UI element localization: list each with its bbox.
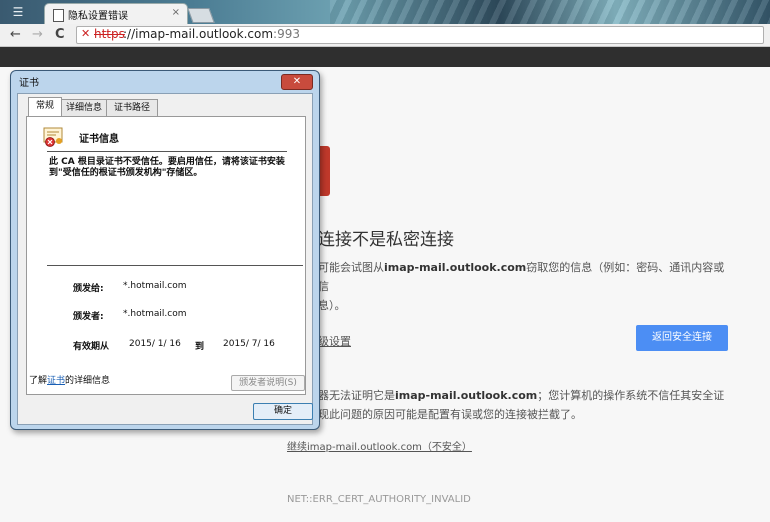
tabstrip-artwork — [330, 0, 770, 24]
divider — [47, 265, 303, 266]
certificate-error-icon — [43, 127, 63, 147]
tab-cert-path[interactable]: 证书路径 — [106, 99, 158, 116]
untrusted-warning: 此 CA 根目录证书不受信任。要启用信任，请将该证书安装到"受信任的根证书颁发机… — [49, 157, 285, 178]
tab-general[interactable]: 常规 — [28, 97, 62, 116]
forward-arrow-icon[interactable]: → — [32, 27, 43, 42]
browser-toolbar: ← → C ✕ https ://imap-mail.outlook.com:9… — [0, 24, 770, 47]
cert-info-title: 证书信息 — [79, 134, 119, 145]
issued-by-label: 颁发者: — [73, 312, 104, 322]
valid-to-value: 2015/ 7/ 16 — [223, 339, 275, 349]
reload-icon[interactable]: C — [55, 27, 65, 42]
tab-title: 隐私设置错误 — [68, 11, 128, 22]
back-to-safety-button[interactable]: 返回安全连接 — [636, 325, 728, 351]
certificate-dialog: 证书 ✕ 常规 详细信息 证书路径 证书信息 此 CA 根目录证书不受信任。要启… — [10, 70, 320, 430]
insecure-lock-icon[interactable]: ✕ — [81, 28, 92, 40]
bookmarks-bar — [0, 47, 770, 67]
advanced-settings-link[interactable]: 级设置 — [318, 333, 351, 349]
dialog-title: 证书 — [19, 78, 39, 89]
url-port: :993 — [273, 27, 300, 41]
browser-user-icon[interactable]: ☰ — [6, 3, 30, 21]
issuer-statement-button[interactable]: 颁发者说明(S) — [231, 375, 305, 391]
url-scheme: https — [94, 27, 125, 41]
url-host: ://imap-mail.outlook.com:993 — [123, 27, 300, 41]
issued-to-value: *.hotmail.com — [123, 281, 187, 291]
valid-from-label: 有效期从 — [73, 342, 110, 352]
tab-strip: ☰ 隐私设置错误 × — [0, 0, 770, 24]
error-code: NET::ERR_CERT_AUTHORITY_INVALID — [287, 494, 471, 505]
back-arrow-icon[interactable]: ← — [10, 27, 21, 42]
proceed-unsafe-link[interactable]: 继续imap-mail.outlook.com（不安全） — [287, 438, 472, 453]
tab-privacy-error[interactable]: 隐私设置错误 × — [44, 3, 188, 24]
dialog-close-button[interactable]: ✕ — [281, 74, 313, 90]
tab-details[interactable]: 详细信息 — [61, 99, 107, 116]
issued-to-label: 颁发给: — [73, 284, 104, 294]
valid-to-word: 到 — [195, 342, 205, 352]
error-heading: 连接不是私密连接 — [318, 230, 454, 250]
advanced-explanation: 器无法证明它是imap-mail.outlook.com；您计算机的操作系统不信… — [318, 389, 725, 421]
ok-button[interactable]: 确定 — [253, 403, 313, 420]
divider — [47, 151, 287, 152]
general-tab-panel: 证书信息 此 CA 根目录证书不受信任。要启用信任，请将该证书安装到"受信任的根… — [26, 116, 306, 395]
certificate-link[interactable]: 证书 — [47, 376, 65, 386]
valid-from-value: 2015/ 1/ 16 — [129, 339, 181, 349]
page-icon — [53, 9, 64, 22]
learn-more-text: 了解证书的详细信息 — [29, 376, 111, 386]
issued-by-value: *.hotmail.com — [123, 309, 187, 319]
error-description: 可能会试图从imap-mail.outlook.com窃取您的信息（例如：密码、… — [318, 261, 725, 312]
address-bar[interactable]: ✕ https ://imap-mail.outlook.com:993 — [76, 26, 764, 44]
tab-close-icon[interactable]: × — [172, 7, 180, 18]
